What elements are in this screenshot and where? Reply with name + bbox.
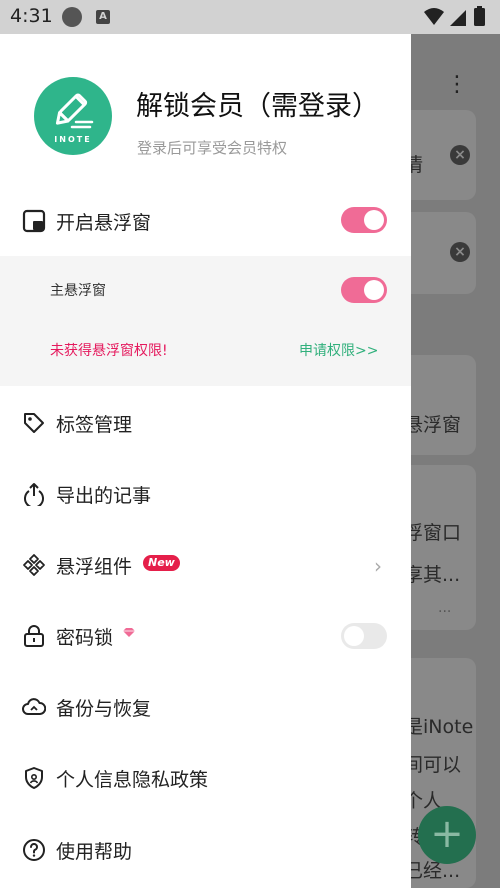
float-window-icon (22, 209, 46, 233)
main-float-toggle[interactable] (341, 277, 387, 303)
shield-icon (25, 767, 43, 789)
status-bar: 4:31 A (0, 0, 500, 34)
float-window-toggle[interactable] (341, 207, 387, 233)
widget-icon (23, 554, 45, 576)
toggle-knob (364, 210, 384, 230)
more-icon[interactable]: ⋮ (446, 72, 469, 97)
menu-item-help[interactable]: 使用帮助 (0, 825, 411, 875)
menu-label-tags: 标签管理 (56, 414, 133, 436)
vip-subtitle: 登录后可享受会员特权 (137, 139, 288, 157)
menu-label-widgets: 悬浮组件 (56, 556, 133, 578)
menu-item-export[interactable]: 导出的记事 (0, 469, 411, 519)
system-status-icons (424, 6, 485, 26)
chevron-right-icon: › (374, 554, 382, 578)
menu-label-export: 导出的记事 (56, 485, 152, 507)
menu-item-tags[interactable]: 标签管理 (0, 398, 411, 448)
main-float-label: 主悬浮窗 (50, 283, 106, 299)
background-snippet: ... (438, 600, 452, 616)
toggle-knob (364, 280, 384, 300)
add-icon: + (430, 811, 464, 857)
app-logo[interactable]: INOTE (34, 77, 112, 155)
new-badge: New (143, 555, 180, 571)
float-window-panel: 主悬浮窗 未获得悬浮窗权限! 申请权限>> (0, 256, 411, 386)
menu-item-password[interactable]: 密码锁 (0, 611, 411, 661)
menu-item-backup[interactable]: 备份与恢复 (0, 682, 411, 732)
tag-icon (24, 413, 44, 433)
gem-icon (123, 628, 135, 637)
menu-label-password: 密码锁 (56, 627, 114, 649)
close-icon[interactable]: × (450, 242, 470, 262)
add-note-button[interactable]: + (418, 806, 476, 864)
pencil-icon (55, 93, 94, 129)
toggle-knob (344, 626, 364, 646)
close-icon[interactable]: × (450, 145, 470, 165)
cloud-icon (22, 698, 46, 715)
wifi-icon (424, 8, 444, 25)
app-notification-icon: A (96, 10, 110, 24)
float-window-label: 开启悬浮窗 (56, 212, 152, 234)
float-window-row[interactable]: 开启悬浮窗 (0, 196, 411, 246)
background-snippet: 是iNote (404, 716, 474, 738)
permission-warning: 未获得悬浮窗权限! (50, 343, 168, 359)
menu-label-privacy: 个人信息隐私政策 (56, 769, 209, 791)
apply-permission-link[interactable]: 申请权限>> (299, 340, 378, 360)
help-icon (23, 839, 45, 861)
status-time: 4:31 (10, 5, 53, 27)
battery-icon (474, 8, 485, 26)
menu-item-privacy[interactable]: 个人信息隐私政策 (0, 753, 411, 803)
menu-item-widgets[interactable]: 悬浮组件 New › (0, 540, 411, 590)
logo-label: INOTE (54, 135, 92, 144)
menu-label-backup: 备份与恢复 (56, 698, 152, 720)
vip-title[interactable]: 解锁会员（需登录） (136, 84, 379, 123)
password-lock-toggle[interactable] (341, 623, 387, 649)
background-snippet: 间可以 (404, 754, 462, 776)
background-snippet: 享其... (404, 564, 461, 586)
lock-icon (24, 625, 44, 647)
menu-label-help: 使用帮助 (56, 841, 133, 863)
notification-dot-icon (62, 7, 82, 27)
background-snippet: 浮窗口 (404, 522, 462, 544)
signal-icon (450, 10, 466, 26)
export-icon (24, 483, 44, 506)
navigation-drawer: INOTE 解锁会员（需登录） 登录后可享受会员特权 开启悬浮窗 主悬浮窗 未获… (0, 0, 411, 888)
background-snippet: 悬浮窗 (404, 414, 462, 436)
